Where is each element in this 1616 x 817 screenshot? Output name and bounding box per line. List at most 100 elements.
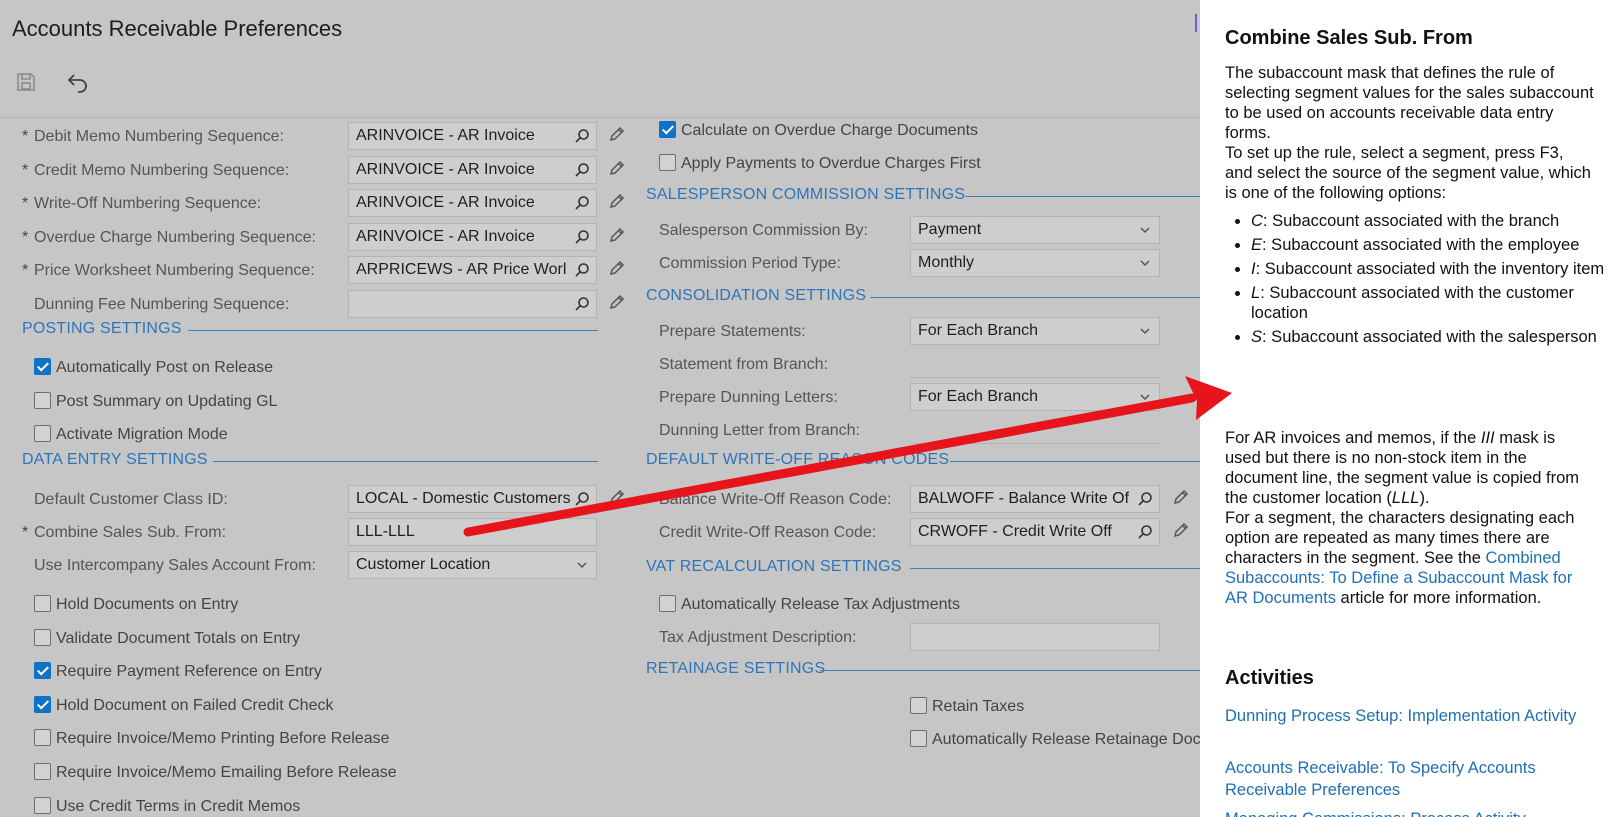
retain-taxes-checkbox[interactable] xyxy=(910,697,927,714)
pencil-icon[interactable] xyxy=(608,293,626,311)
checkbox[interactable] xyxy=(34,595,51,612)
pencil-icon[interactable] xyxy=(608,159,626,177)
checkbox[interactable] xyxy=(34,425,51,443)
search-icon[interactable] xyxy=(1137,491,1153,507)
numbering-sequence-selector[interactable]: ARINVOICE - AR Invoice xyxy=(348,222,597,251)
checkbox-label: Post Summary on Updating GL xyxy=(56,392,278,410)
numbering-sequence-selector[interactable]: ARINVOICE - AR Invoice xyxy=(348,122,597,150)
field-value: For Each Branch xyxy=(918,322,1039,339)
section-retainage: RETAINAGE SETTINGS xyxy=(646,660,1200,680)
help-panel: Combine Sales Sub. From The subaccount m… xyxy=(1200,0,1616,817)
numbering-label: Debit Memo Numbering Sequence: xyxy=(34,128,284,145)
numbering-sequence-selector[interactable]: ARPRICEWS - AR Price Worl xyxy=(348,256,597,285)
section-posting-settings: POSTING SETTINGS xyxy=(22,320,598,340)
section-divider xyxy=(213,461,598,462)
numbering-sequence-selector[interactable] xyxy=(348,290,597,318)
help-ar-note: For AR invoices and memos, if the III ma… xyxy=(1225,428,1595,508)
text: article for more information. xyxy=(1335,589,1542,607)
section-data-entry-settings: DATA ENTRY SETTINGS xyxy=(22,451,598,471)
chevron-down-icon xyxy=(1140,227,1150,234)
field-value: LLL-LLL xyxy=(356,523,415,540)
checkbox[interactable] xyxy=(34,763,51,780)
commission-by-label: Salesperson Commission By: xyxy=(659,222,868,239)
credit-writeoff-label: Credit Write-Off Reason Code: xyxy=(659,524,877,541)
intercompany-sales-label: Use Intercompany Sales Account From: xyxy=(34,557,316,574)
pencil-icon[interactable] xyxy=(608,192,626,210)
search-icon[interactable] xyxy=(574,491,590,507)
pencil-icon[interactable] xyxy=(1172,488,1190,506)
help-option: S: Subaccount associated with the salesp… xyxy=(1251,327,1616,347)
retain-taxes-label: Retain Taxes xyxy=(932,698,1025,715)
checkbox[interactable] xyxy=(34,729,51,747)
required-mark: * xyxy=(22,262,29,280)
activity-link[interactable]: Accounts Receivable: To Specify Accounts… xyxy=(1225,757,1595,801)
pencil-icon[interactable] xyxy=(608,488,626,506)
checkbox[interactable] xyxy=(34,695,51,713)
combine-sales-sub-input[interactable]: LLL-LLL xyxy=(348,518,597,546)
checkbox-label: Activate Migration Mode xyxy=(56,426,228,444)
save-button[interactable] xyxy=(14,70,42,98)
numbering-sequence-selector[interactable]: ARINVOICE - AR Invoice xyxy=(348,155,597,184)
field-value: For Each Branch xyxy=(918,388,1039,405)
prepare-dunning-label: Prepare Dunning Letters: xyxy=(659,389,838,406)
option-text: : Subaccount associated with the invento… xyxy=(1255,260,1605,278)
pencil-icon[interactable] xyxy=(608,226,626,244)
prepare-statements-dropdown[interactable]: For Each Branch xyxy=(910,317,1160,345)
auto-release-retainage-checkbox[interactable] xyxy=(910,730,927,747)
tax-adjustment-desc-input[interactable] xyxy=(910,623,1160,651)
undo-button[interactable] xyxy=(66,70,94,98)
checkbox[interactable] xyxy=(34,391,51,409)
statement-branch-input[interactable] xyxy=(910,350,1160,378)
field-value: CRWOFF - Credit Write Off xyxy=(918,523,1112,540)
field-value: BALWOFF - Balance Write Of xyxy=(918,490,1130,507)
commission-period-label: Commission Period Type: xyxy=(659,255,841,272)
search-icon[interactable] xyxy=(574,195,590,211)
help-segment-note: For a segment, the characters designatin… xyxy=(1225,508,1595,608)
option-code: E xyxy=(1251,236,1263,254)
apply-payments-checkbox[interactable] xyxy=(659,154,676,171)
pencil-icon[interactable] xyxy=(1172,521,1190,539)
help-option: L: Subaccount associated with the custom… xyxy=(1251,283,1616,323)
checkbox-label: Require Invoice/Memo Printing Before Rel… xyxy=(56,730,390,748)
field-value: ARINVOICE - AR Invoice xyxy=(356,127,535,144)
dunning-branch-input[interactable] xyxy=(910,416,1160,444)
commission-by-dropdown[interactable]: Payment xyxy=(910,216,1160,244)
search-icon[interactable] xyxy=(574,229,590,245)
search-icon[interactable] xyxy=(1137,524,1153,540)
pencil-icon[interactable] xyxy=(608,259,626,277)
field-value: Payment xyxy=(918,221,982,238)
checkbox[interactable] xyxy=(34,358,51,375)
section-divider xyxy=(950,461,1200,462)
search-icon[interactable] xyxy=(574,262,590,278)
numbering-sequence-selector[interactable]: ARINVOICE - AR Invoice xyxy=(348,189,597,218)
balance-writeoff-selector[interactable]: BALWOFF - Balance Write Of xyxy=(910,485,1160,513)
credit-writeoff-selector[interactable]: CRWOFF - Credit Write Off xyxy=(910,518,1160,546)
pencil-icon[interactable] xyxy=(608,125,626,143)
search-icon[interactable] xyxy=(574,162,590,178)
auto-release-tax-checkbox[interactable] xyxy=(659,595,676,612)
text: ). xyxy=(1419,489,1430,507)
numbering-label: Dunning Fee Numbering Sequence: xyxy=(34,296,290,313)
checkbox[interactable] xyxy=(34,662,51,680)
activity-link[interactable]: Dunning Process Setup: Implementation Ac… xyxy=(1225,705,1595,727)
intercompany-sales-dropdown[interactable]: Customer Location xyxy=(348,551,597,579)
section-divider xyxy=(820,670,1200,671)
required-mark: * xyxy=(22,228,29,246)
checkbox[interactable] xyxy=(34,628,51,646)
activity-link[interactable]: Managing Commissions: Process Activity xyxy=(1225,808,1595,817)
numbering-label: Write-Off Numbering Sequence: xyxy=(34,195,262,213)
prepare-dunning-dropdown[interactable]: For Each Branch xyxy=(910,383,1160,411)
checkbox[interactable] xyxy=(34,796,51,814)
section-consolidation: CONSOLIDATION SETTINGS xyxy=(646,287,1200,307)
search-icon[interactable] xyxy=(574,296,590,312)
required-mark: * xyxy=(22,524,29,541)
search-icon[interactable] xyxy=(574,128,590,144)
field-value: LOCAL - Domestic Customers xyxy=(356,490,571,507)
checkbox-label: Use Credit Terms in Credit Memos xyxy=(56,797,301,815)
field-value: ARINVOICE - AR Invoice xyxy=(356,160,535,178)
default-customer-class-selector[interactable]: LOCAL - Domestic Customers xyxy=(348,485,597,513)
commission-period-dropdown[interactable]: Monthly xyxy=(910,249,1160,277)
calc-overdue-checkbox[interactable] xyxy=(659,121,676,138)
chevron-down-icon xyxy=(1140,328,1150,335)
auto-release-retainage-label: Automatically Release Retainage Doc xyxy=(932,731,1200,748)
